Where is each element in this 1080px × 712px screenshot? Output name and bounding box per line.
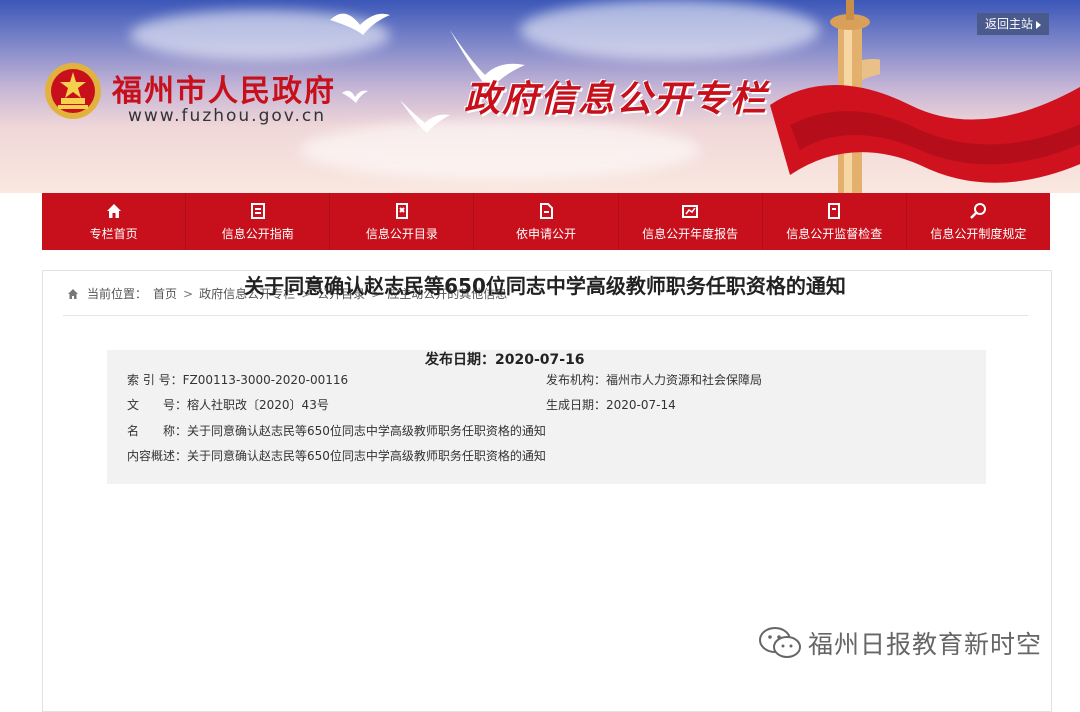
nav-item-supervision[interactable]: 信息公开监督检查	[763, 193, 907, 250]
article-title: 关于同意确认赵志民等650位同志中学高级教师职务任职资格的通知	[244, 274, 846, 298]
publish-date-value: 2020-07-16	[495, 352, 585, 368]
wechat-watermark: 福州日报教育新时空	[758, 625, 1042, 661]
nav-item-label: 信息公开目录	[365, 226, 438, 241]
main-nav: 专栏首页 信息公开指南 信息公开目录 依申请公开 信息公开年度报告 信息公开监督…	[42, 193, 1050, 250]
nav-item-label: 依申请公开	[515, 226, 576, 241]
catalog-icon	[395, 202, 408, 219]
search-rules-icon	[970, 202, 987, 219]
bird-decoration	[400, 100, 450, 133]
watermark-text: 福州日报教育新时空	[808, 630, 1043, 659]
nav-item-label: 专栏首页	[89, 226, 138, 241]
site-title: 福州市人民政府	[112, 74, 336, 109]
apply-icon	[539, 202, 553, 219]
meta-value: 福州市人力资源和社会保障局	[606, 373, 763, 387]
publish-date: 发布日期：2020-07-16	[425, 349, 585, 369]
meta-value: FZ00113-3000-2020-00116	[182, 373, 349, 387]
meta-label: 文 号：	[127, 398, 188, 412]
nav-item-catalog[interactable]: 信息公开目录	[330, 193, 475, 250]
meta-value: 关于同意确认赵志民等650位同志中学高级教师职务任职资格的通知	[187, 449, 546, 463]
bird-decoration	[330, 13, 390, 35]
nav-item-rules[interactable]: 信息公开制度规定	[907, 193, 1050, 250]
red-ribbon-decoration	[770, 85, 1080, 183]
meta-label: 内容概述：	[127, 449, 188, 463]
cloud-decoration	[300, 120, 700, 180]
national-emblem-logo	[45, 63, 101, 119]
nav-item-label: 信息公开年度报告	[642, 226, 739, 241]
wechat-icon	[759, 627, 801, 658]
meta-value: 关于同意确认赵志民等650位同志中学高级教师职务任职资格的通知	[187, 424, 546, 438]
document-metadata: 索 引 号：FZ00113-3000-2020-00116 发布机构：福州市人力…	[107, 350, 986, 484]
meta-row-summary: 内容概述：关于同意确认赵志民等650位同志中学高级教师职务任职资格的通知	[127, 447, 546, 464]
nav-item-guide[interactable]: 信息公开指南	[186, 193, 331, 250]
meta-value: 2020-07-14	[606, 398, 676, 412]
nav-item-annual-report[interactable]: 信息公开年度报告	[619, 193, 763, 250]
meta-label: 生成日期：	[546, 398, 607, 412]
meta-row-name: 名 称：关于同意确认赵志民等650位同志中学高级教师职务任职资格的通知	[127, 422, 546, 439]
nav-item-label: 信息公开制度规定	[930, 226, 1027, 241]
section-title: 政府信息公开专栏	[464, 79, 769, 120]
report-icon	[682, 204, 699, 218]
meta-label: 名 称：	[127, 424, 188, 438]
nav-item-home[interactable]: 专栏首页	[42, 193, 187, 250]
site-url: www.fuzhou.gov.cn	[128, 106, 327, 126]
header-banner: 福州市人民政府 www.fuzhou.gov.cn 政府信息公开专栏	[0, 0, 1080, 193]
supervision-icon	[828, 202, 841, 219]
meta-row-date: 生成日期：2020-07-14	[546, 396, 676, 413]
nav-item-label: 信息公开指南	[221, 226, 294, 241]
nav-item-apply[interactable]: 依申请公开	[474, 193, 619, 250]
return-main-site-button[interactable]: 返回主站	[977, 13, 1049, 35]
bird-decoration	[342, 90, 368, 103]
meta-row-issuer: 发布机构：福州市人力资源和社会保障局	[546, 371, 762, 388]
nav-item-label: 信息公开监督检查	[786, 226, 883, 241]
publish-date-label: 发布日期：	[425, 352, 495, 368]
meta-label: 发布机构：	[546, 373, 607, 387]
return-label: 返回主站	[984, 17, 1033, 31]
arrow-right-icon	[1036, 20, 1041, 29]
divider	[63, 315, 1028, 316]
meta-label: 索 引 号：	[127, 373, 183, 387]
meta-value: 榕人社职改〔2020〕43号	[187, 398, 329, 412]
meta-row-docno: 文 号：榕人社职改〔2020〕43号	[127, 396, 329, 413]
home-icon	[106, 203, 121, 218]
guide-icon	[250, 202, 265, 219]
meta-row-index: 索 引 号：FZ00113-3000-2020-00116	[127, 371, 348, 388]
